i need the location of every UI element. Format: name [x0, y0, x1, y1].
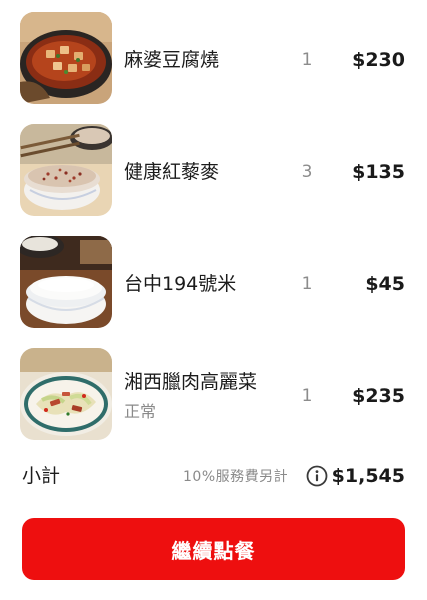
item-name: 麻婆豆腐燒 [124, 49, 220, 71]
item-quantity: 1 [301, 274, 313, 294]
item-name: 台中194號米 [124, 273, 237, 295]
white-rice-bowl-photo [20, 236, 112, 328]
order-item-taichung-rice[interactable]: 台中194號米 1 $45 [0, 236, 427, 332]
subtotal-value: $1,545 [331, 465, 405, 487]
order-item-cured-pork-cabbage[interactable]: 湘西臘肉高麗菜 正常 1 $235 [0, 348, 427, 444]
order-item-mapo-tofu[interactable]: 麻婆豆腐燒 1 $230 [0, 12, 427, 108]
order-item-red-quinoa[interactable]: 健康紅藜麥 3 $135 [0, 124, 427, 220]
taichung-rice-image [20, 236, 112, 328]
mapo-tofu-image [20, 12, 112, 104]
item-quantity: 3 [301, 162, 313, 182]
subtotal-label: 小計 [22, 465, 61, 487]
continue-ordering-button[interactable]: 繼續點餐 [22, 518, 405, 580]
red-quinoa-image [20, 124, 112, 216]
item-quantity: 1 [301, 50, 313, 70]
cured-pork-cabbage-photo [20, 348, 112, 440]
item-price: $45 [365, 273, 405, 295]
red-quinoa-rice-bowl-photo [20, 124, 112, 216]
item-name: 健康紅藜麥 [124, 161, 220, 183]
item-price: $135 [352, 161, 405, 183]
item-quantity: 1 [301, 386, 313, 406]
item-price: $235 [352, 385, 405, 407]
mapo-tofu-photo [20, 12, 112, 104]
item-note: 正常 [124, 402, 157, 421]
item-price: $230 [352, 49, 405, 71]
info-circle-icon[interactable] [306, 465, 328, 487]
service-fee-note: 10%服務費另計 [183, 469, 289, 485]
order-summary: 小計 10%服務費另計 $1,545 [0, 460, 427, 494]
cured-pork-cabbage-image [20, 348, 112, 440]
item-name: 湘西臘肉高麗菜 [124, 371, 258, 393]
